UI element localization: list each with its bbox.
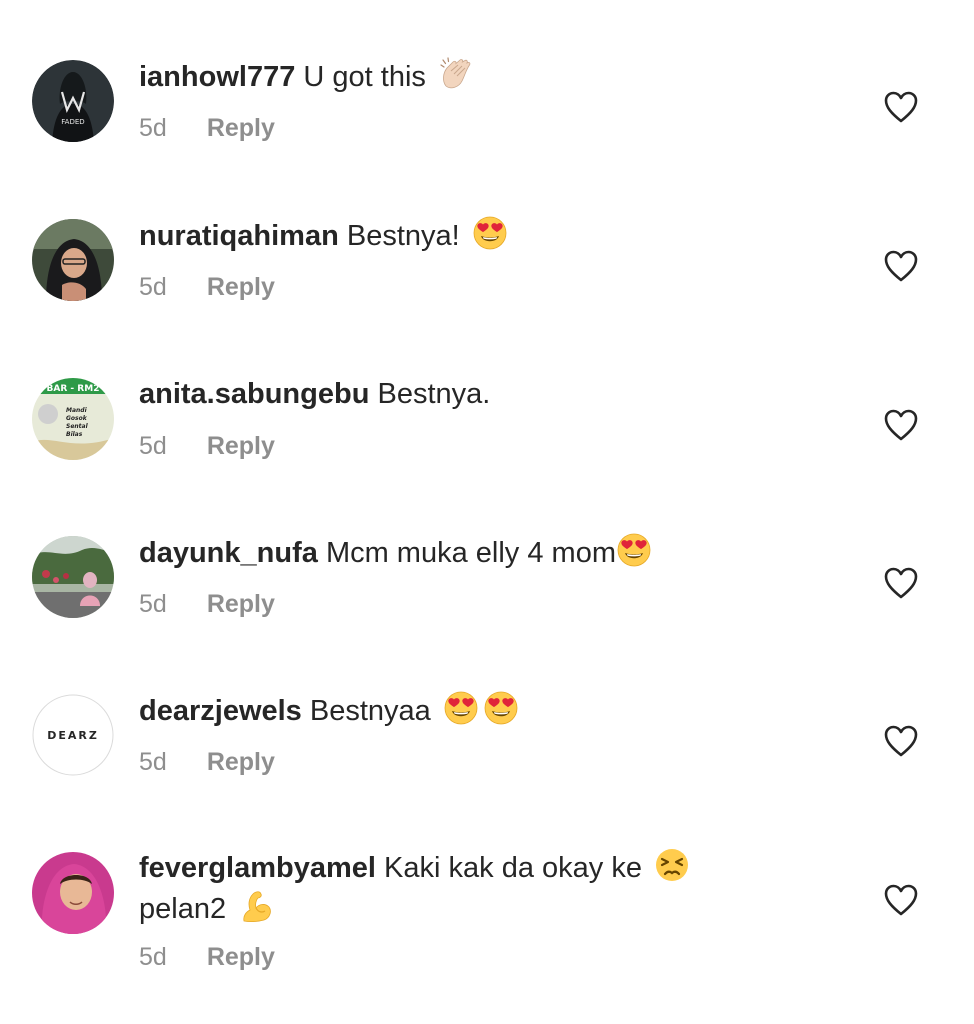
comment-text: feverglambyamel Kaki kak da okay ke pela… bbox=[139, 847, 839, 929]
comment-timestamp: 5d bbox=[139, 114, 167, 142]
avatar-image: DEARZ bbox=[32, 694, 114, 776]
reply-button[interactable]: Reply bbox=[207, 748, 275, 776]
like-heart-icon[interactable] bbox=[883, 724, 919, 758]
like-heart-icon[interactable] bbox=[883, 90, 919, 124]
comment-timestamp: 5d bbox=[139, 432, 167, 460]
comment-message: Kaki kak da okay ke bbox=[384, 852, 642, 884]
avatar-image bbox=[32, 536, 114, 618]
avatar-ianhowl777[interactable]: FADED bbox=[32, 60, 114, 142]
comment-username[interactable]: dearzjewels bbox=[139, 695, 302, 727]
reply-button[interactable]: Reply bbox=[207, 432, 275, 460]
avatar-dearzjewels[interactable]: DEARZ bbox=[32, 694, 114, 776]
avatar-label: BAR - RM2 bbox=[47, 384, 100, 394]
avatar-anita-sabungebu[interactable]: BAR - RM2 Mandi Gosok Sental Bilas bbox=[32, 378, 114, 460]
comment-timestamp: 5d bbox=[139, 590, 167, 618]
like-heart-icon[interactable] bbox=[883, 883, 919, 917]
comment-username[interactable]: ianhowl777 bbox=[139, 61, 295, 93]
comment-timestamp: 5d bbox=[139, 273, 167, 301]
comment-message: U got this bbox=[303, 61, 426, 93]
comment-username[interactable]: dayunk_nufa bbox=[139, 537, 318, 569]
comment-message-continued: pelan2 bbox=[139, 893, 227, 925]
comment-message: Bestnya! bbox=[346, 220, 460, 252]
comment-meta: 5d Reply bbox=[139, 748, 275, 777]
comment-meta: 5d Reply bbox=[139, 114, 275, 143]
comment-timestamp: 5d bbox=[139, 748, 167, 776]
avatar-list-item: Gosok bbox=[66, 415, 88, 422]
avatar-feverglambyamel[interactable] bbox=[32, 852, 114, 934]
comment-text: dearzjewels Bestnyaa bbox=[139, 690, 839, 731]
comment-meta: 5d Reply bbox=[139, 590, 275, 619]
persevering-face-icon bbox=[654, 847, 690, 883]
comment-meta: 5d Reply bbox=[139, 273, 275, 302]
avatar-list-item: Mandi bbox=[66, 407, 88, 414]
avatar-list-item: Sental bbox=[66, 423, 89, 430]
comment-username[interactable]: nuratiqahiman bbox=[139, 220, 339, 252]
avatar-image bbox=[32, 219, 114, 301]
reply-button[interactable]: Reply bbox=[207, 590, 275, 618]
comment-line: feverglambyamel Kaki kak da okay ke bbox=[139, 847, 839, 888]
heart-eyes-icon bbox=[483, 690, 519, 726]
comment-meta: 5d Reply bbox=[139, 943, 275, 972]
comment-message: Bestnya. bbox=[377, 378, 491, 410]
comment-message: Bestnyaa bbox=[309, 695, 431, 727]
avatar-dayunk-nufa[interactable] bbox=[32, 536, 114, 618]
avatar-label: FADED bbox=[61, 118, 84, 126]
heart-eyes-icon bbox=[616, 532, 652, 568]
comment-timestamp: 5d bbox=[139, 943, 167, 971]
comment-text: ianhowl777 U got this bbox=[139, 56, 839, 97]
heart-eyes-icon bbox=[472, 215, 508, 251]
reply-button[interactable]: Reply bbox=[207, 114, 275, 142]
comment-text: nuratiqahiman Bestnya! bbox=[139, 215, 839, 256]
heart-eyes-icon bbox=[443, 690, 479, 726]
comment-username[interactable]: anita.sabungebu bbox=[139, 378, 369, 410]
clapping-hands-icon bbox=[438, 56, 474, 92]
avatar-list-item: Bilas bbox=[66, 431, 83, 438]
avatar-label: DEARZ bbox=[47, 729, 99, 742]
like-heart-icon[interactable] bbox=[883, 566, 919, 600]
avatar-image: FADED bbox=[32, 60, 114, 142]
comment-username[interactable]: feverglambyamel bbox=[139, 852, 376, 884]
like-heart-icon[interactable] bbox=[883, 249, 919, 283]
avatar-nuratiqahiman[interactable] bbox=[32, 219, 114, 301]
comment-meta: 5d Reply bbox=[139, 432, 275, 461]
reply-button[interactable]: Reply bbox=[207, 943, 275, 971]
avatar-image bbox=[32, 852, 114, 934]
comment-text: anita.sabungebu Bestnya. bbox=[139, 374, 839, 414]
like-heart-icon[interactable] bbox=[883, 408, 919, 442]
flexed-biceps-icon bbox=[238, 888, 274, 924]
comment-text: dayunk_nufa Mcm muka elly 4 mom bbox=[139, 532, 839, 573]
avatar-image: BAR - RM2 Mandi Gosok Sental Bilas bbox=[32, 378, 114, 460]
comment-line: pelan2 bbox=[139, 888, 839, 929]
comment-message: Mcm muka elly 4 mom bbox=[325, 537, 616, 569]
reply-button[interactable]: Reply bbox=[207, 273, 275, 301]
